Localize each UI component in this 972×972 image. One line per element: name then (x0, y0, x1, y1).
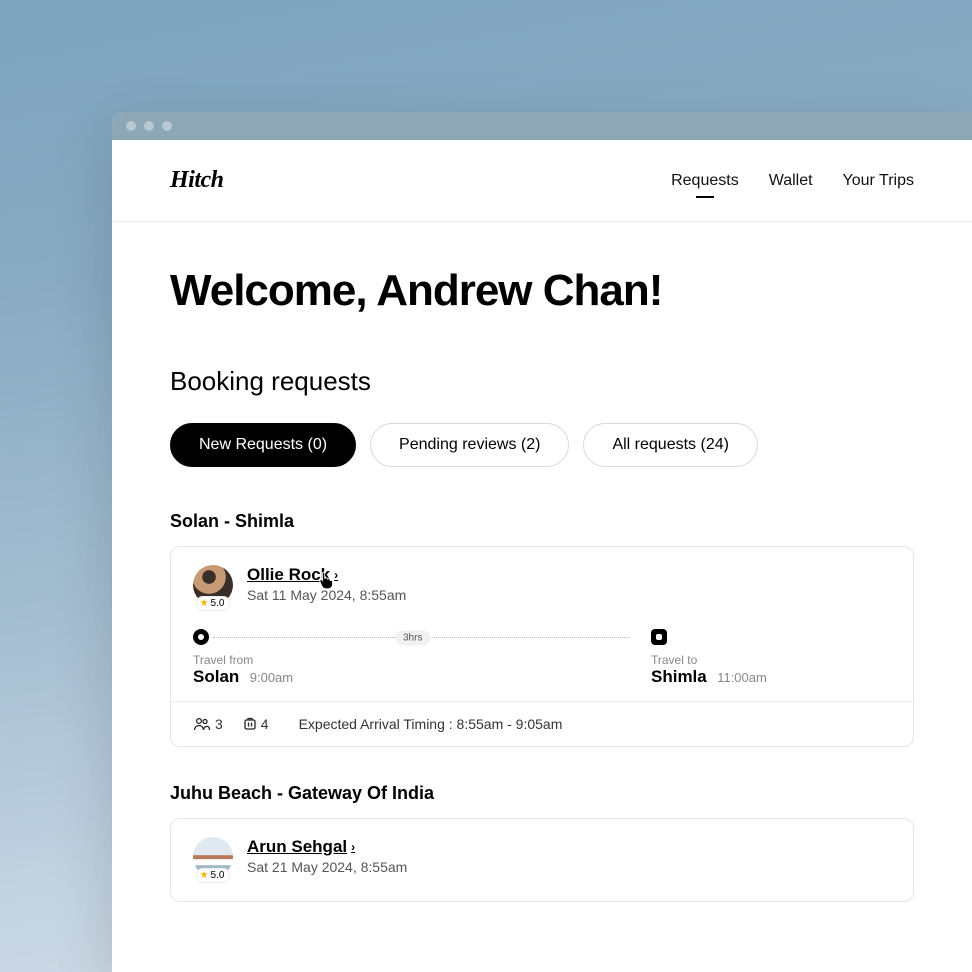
window-dot-zoom[interactable] (162, 121, 172, 131)
requester-name-link[interactable]: Ollie Rock › (247, 565, 338, 585)
rating-value: 5.0 (211, 870, 225, 881)
chip-all-requests[interactable]: All requests (24) (583, 423, 758, 467)
requester-name-link[interactable]: Arun Sehgal › (247, 837, 355, 857)
duration-chip: 3hrs (395, 631, 430, 646)
destination-label: Travel to (651, 653, 891, 667)
destination-marker-icon (651, 629, 667, 645)
luggage-count-value: 4 (261, 716, 269, 732)
passenger-count-value: 3 (215, 716, 223, 732)
request-datetime: Sat 11 May 2024, 8:55am (247, 587, 406, 603)
avatar-wrap: ★ 5.0 (193, 837, 233, 877)
page-content: Welcome, Andrew Chan! Booking requests N… (112, 222, 972, 902)
chip-new-requests[interactable]: New Requests (0) (170, 423, 356, 467)
filter-chips: New Requests (0) Pending reviews (2) All… (170, 423, 914, 467)
origin-city: Solan (193, 667, 239, 687)
nav-requests[interactable]: Requests (671, 172, 739, 190)
origin-label: Travel from (193, 653, 413, 667)
chevron-right-icon: › (334, 568, 338, 582)
luggage-icon (243, 717, 257, 731)
passenger-count: 3 (193, 716, 223, 732)
destination-stop: Travel to Shimla 11:00am (651, 629, 891, 687)
request-datetime: Sat 21 May 2024, 8:55am (247, 859, 407, 875)
route-title: Juhu Beach - Gateway Of India (170, 783, 914, 804)
people-icon (193, 717, 211, 731)
rating-badge: ★ 5.0 (196, 868, 231, 883)
star-icon: ★ (200, 870, 209, 881)
nav-wallet[interactable]: Wallet (769, 172, 813, 190)
requester-name: Arun Sehgal (247, 837, 347, 857)
destination-city: Shimla (651, 667, 707, 687)
window-dot-close[interactable] (126, 121, 136, 131)
chip-pending-reviews[interactable]: Pending reviews (2) (370, 423, 569, 467)
main-nav: Requests Wallet Your Trips (671, 172, 914, 190)
avatar-wrap: ★ 5.0 (193, 565, 233, 605)
card-footer: 3 4 Expected Arrival Timing : 8:55am - 9… (171, 701, 913, 746)
request-card[interactable]: ★ 5.0 Arun Sehgal › Sat 21 May 2024, 8:5… (170, 818, 914, 902)
welcome-heading: Welcome, Andrew Chan! (170, 266, 914, 316)
nav-trips[interactable]: Your Trips (843, 172, 914, 190)
rating-badge: ★ 5.0 (196, 596, 231, 611)
route-row: Travel from Solan 9:00am 3hrs Travel to … (193, 629, 891, 687)
app-header: Hitch Requests Wallet Your Trips (112, 140, 972, 222)
origin-marker-icon (193, 629, 209, 645)
origin-time: 9:00am (250, 670, 293, 685)
route-track: 3hrs (213, 637, 629, 638)
browser-window: Hitch Requests Wallet Your Trips Welcome… (112, 112, 972, 972)
chevron-right-icon: › (351, 840, 355, 854)
rating-value: 5.0 (211, 598, 225, 609)
destination-time: 11:00am (717, 670, 767, 685)
request-card[interactable]: ★ 5.0 Ollie Rock › Sat 11 May 2024, 8:55… (170, 546, 914, 747)
star-icon: ★ (200, 598, 209, 609)
section-title: Booking requests (170, 366, 914, 397)
window-dot-minimize[interactable] (144, 121, 154, 131)
brand-logo[interactable]: Hitch (170, 167, 224, 194)
window-chrome (112, 112, 972, 140)
eta-text: Expected Arrival Timing : 8:55am - 9:05a… (299, 716, 563, 732)
luggage-count: 4 (243, 716, 269, 732)
requester-name: Ollie Rock (247, 565, 330, 585)
route-title: Solan - Shimla (170, 511, 914, 532)
